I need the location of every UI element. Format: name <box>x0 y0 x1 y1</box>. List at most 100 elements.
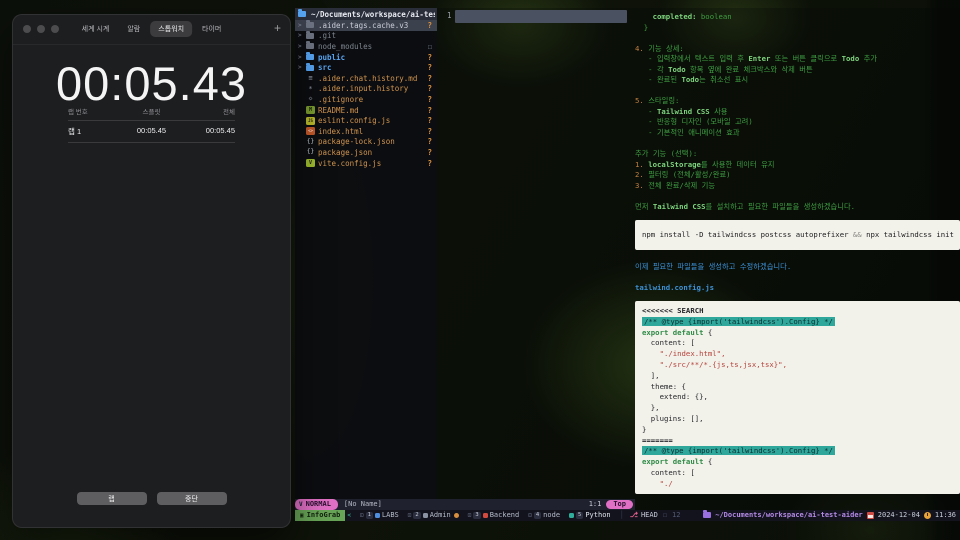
chat-line: 4. 기능 상세: <box>635 43 684 53</box>
powerline-arrow-icon: < <box>347 511 351 519</box>
code-line: export default { <box>642 457 713 467</box>
npm-command-block: npm install -D tailwindcss postcss autop… <box>635 220 960 251</box>
header-split: 스플릿 <box>142 109 161 116</box>
readme-file-icon: M <box>306 106 315 115</box>
vim-mode-indicator: V NORMAL <box>295 499 338 510</box>
add-clock-button[interactable]: + <box>274 21 281 35</box>
tree-root[interactable]: ~/Documents/workspace/ai-test <box>295 8 437 20</box>
admin-icon <box>422 512 428 518</box>
code-line: extend: {}, <box>642 392 708 402</box>
tree-item[interactable]: ◇ .gitignore ? <box>295 94 437 105</box>
stopwatch-buttons: 랩 중단 <box>13 492 290 505</box>
tree-item[interactable]: {} package.json ? <box>295 147 437 158</box>
code-line: content: [ <box>642 338 695 348</box>
chat-line: 3. 전체 완료/삭제 기능 <box>635 180 716 190</box>
titlebar: 세계 시계 알람 스톱워치 타이머 + <box>13 15 290 45</box>
chevron-right-icon: > <box>298 32 302 40</box>
code-line: }, <box>642 403 660 413</box>
editor-cursor-line[interactable] <box>455 10 627 23</box>
git-status-untracked: ? <box>427 20 432 30</box>
html-file-icon: <> <box>306 127 315 136</box>
code-line: } <box>642 424 647 434</box>
tree-item[interactable]: {} package-lock.json ? <box>295 137 437 148</box>
lap-button[interactable]: 랩 <box>76 492 147 505</box>
tree-item[interactable]: M README.md ? <box>295 105 437 116</box>
tab-timer[interactable]: 타이머 <box>194 21 229 37</box>
folder-icon <box>306 30 314 39</box>
tree-item[interactable]: > node_modules ☐ <box>295 41 437 52</box>
folder-icon <box>306 20 314 29</box>
window-icon: ⊡ <box>467 511 472 519</box>
tree-item[interactable]: <> index.html ? <box>295 126 437 137</box>
code-line: theme: { <box>642 381 686 391</box>
code-line: plugins: [], <box>642 414 704 423</box>
history-file-icon: * <box>308 84 313 93</box>
git-count: 12 <box>672 511 681 520</box>
clock-tabs: 세계 시계 알람 스톱워치 타이머 <box>74 21 230 37</box>
tree-item[interactable]: V vite.config.js ? <box>295 158 437 169</box>
code-line: /** @type {import('tailwindcss').Config}… <box>642 316 835 326</box>
header-lap-number: 랩 번호 <box>68 109 88 116</box>
chat-line <box>635 273 960 284</box>
close-button[interactable] <box>23 25 31 33</box>
code-line: "./ <box>642 478 673 488</box>
chat-line: 2. 필터링 (전체/활성/완료) <box>635 170 731 180</box>
chat-line: - 입력창에서 텍스트 입력 후 Enter 또는 버튼 클릭으로 Todo 추… <box>635 54 878 64</box>
tree-item[interactable]: * .aider.input.history ? <box>295 84 437 95</box>
tmux-session[interactable]: ▣ InfoGrab <box>295 509 346 521</box>
scroll-indicator: Top <box>606 499 633 509</box>
stop-button[interactable]: 중단 <box>156 492 227 505</box>
alert-icon <box>453 512 459 518</box>
code-line: ], <box>642 370 660 380</box>
table-row: 랩 1 00:05.45 00:05.45 <box>68 121 235 143</box>
labs-icon <box>374 512 380 518</box>
code-block: <<<<<<< SEARCH/** @type {import('tailwin… <box>635 301 960 495</box>
chevron-right-icon: > <box>298 64 302 72</box>
git-status-ignored: ☐ <box>427 41 432 51</box>
date: 2024-12-04 <box>877 511 920 520</box>
tree-item[interactable]: JS eslint.config.js ? <box>295 115 437 126</box>
tree-item[interactable]: ≡ .aider.chat.history.md ? <box>295 73 437 84</box>
chevron-right-icon: > <box>298 21 302 29</box>
tmux-window-admin[interactable]: ⊡ 2 Admin <box>408 511 459 519</box>
tab-stopwatch[interactable]: 스톱워치 <box>150 21 193 37</box>
gitignore-file-icon: ◇ <box>308 95 313 103</box>
stopwatch-window: 세계 시계 알람 스톱워치 타이머 + 00:05.43 랩 번호 스플릿 전체… <box>12 14 291 528</box>
minimize-button[interactable] <box>37 25 45 33</box>
chat-line: 5. 스타일링: <box>635 96 680 106</box>
tmux-window-python[interactable]: 5 Python <box>569 511 611 519</box>
tree-root-path: ~/Documents/workspace/ai-test <box>311 9 435 19</box>
chevron-right-icon: > <box>298 42 302 50</box>
docker-icon <box>482 512 488 518</box>
header-total: 전체 <box>223 109 235 116</box>
lap-number: 랩 1 <box>68 127 82 136</box>
lap-split: 00:05.45 <box>136 126 167 135</box>
tab-world-clock[interactable]: 세계 시계 <box>74 21 118 37</box>
chat-line: 추가 기능 (선택): <box>635 149 698 159</box>
zoom-button[interactable] <box>51 25 59 33</box>
time: 11:36 <box>934 511 956 520</box>
stopwatch-time: 00:05.43 <box>56 57 247 110</box>
tree-item[interactable]: > .git <box>295 30 437 42</box>
chat-line: - Tailwind CSS 사용 <box>635 106 728 116</box>
tmux-window-labs[interactable]: ⊡ 1 LABS <box>360 511 399 519</box>
lap-total: 00:05.45 <box>205 126 235 135</box>
tree-item[interactable]: > src ? <box>295 62 437 73</box>
session-icon: ▣ <box>300 511 304 519</box>
chat-line: 먼저 Tailwind CSS를 설치하고 필요한 파일들을 생성하겠습니다. <box>635 201 856 211</box>
chat-line <box>635 33 960 44</box>
markdown-file-icon: ≡ <box>308 74 313 83</box>
tree-item[interactable]: > public ? <box>295 52 437 63</box>
terminal-window: ~/Documents/workspace/ai-test > .aider.t… <box>295 8 960 521</box>
tab-alarm[interactable]: 알람 <box>119 21 148 37</box>
tree-item[interactable]: > .aider.tags.cache.v3 ? <box>295 20 437 31</box>
code-line: ======= <box>642 435 673 445</box>
chat-line: completed: boolean <box>635 12 732 21</box>
tmux-window-node[interactable]: ⊡ 4 node <box>528 511 560 519</box>
chat-line: 이제 필요한 파일들을 생성하고 수정하겠습니다. <box>635 262 792 272</box>
code-line: "./index.html", <box>642 349 726 359</box>
cursor-position: 1:1 <box>588 500 602 509</box>
clock-icon <box>923 511 931 519</box>
tmux-window-backend[interactable]: ⊡ 3 Backend <box>468 511 519 519</box>
folder-icon <box>703 510 712 519</box>
